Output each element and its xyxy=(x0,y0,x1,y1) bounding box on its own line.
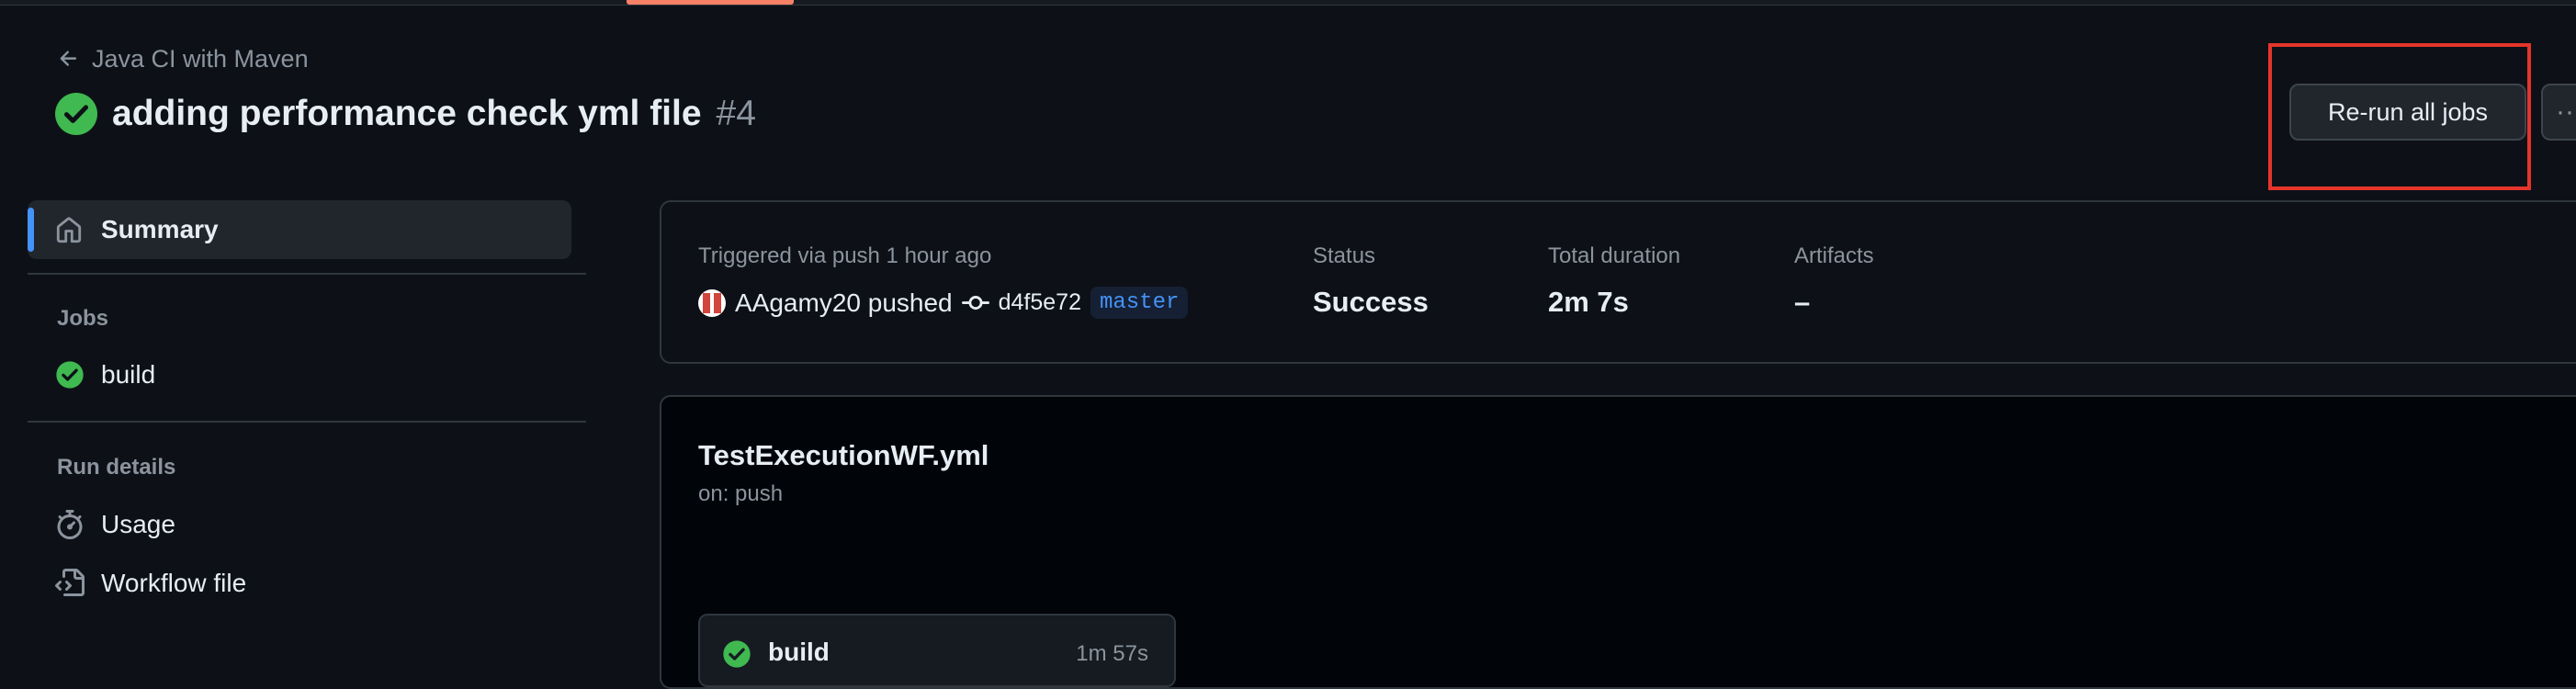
status-value: Success xyxy=(1313,286,1429,318)
branch-badge[interactable]: master xyxy=(1090,287,1189,319)
arrow-left-icon xyxy=(60,51,77,66)
sidebar-item-label: Summary xyxy=(101,215,219,243)
status-label: Status xyxy=(1313,243,1376,268)
rerun-all-jobs-button[interactable]: Re-run all jobs xyxy=(2289,84,2526,141)
sidebar-item-label: Workflow file xyxy=(101,569,247,597)
sidebar-item-label: Usage xyxy=(101,510,175,538)
run-title: adding performance check yml file xyxy=(112,94,702,133)
divider xyxy=(28,273,586,275)
job-node-build[interactable]: build 1m 57s xyxy=(698,614,1176,687)
artifacts-value: – xyxy=(1794,286,1811,318)
trigger-text: Triggered via push 1 hour ago xyxy=(698,243,992,268)
workflow-file-name: TestExecutionWF.yml xyxy=(698,439,989,471)
duration-label: Total duration xyxy=(1548,243,1681,268)
git-commit-icon xyxy=(961,295,989,310)
active-indicator xyxy=(28,208,34,252)
more-options-button[interactable]: ·· xyxy=(2541,84,2576,141)
avatar[interactable] xyxy=(698,288,726,317)
commit-info: AAgamy20 pushed d4f5e72 master xyxy=(698,287,1189,319)
home-icon xyxy=(56,217,82,243)
file-code-icon xyxy=(55,569,85,596)
run-details-heading: Run details xyxy=(57,455,176,480)
sidebar-item-workflow-file[interactable]: Workflow file xyxy=(55,569,246,598)
sidebar-item-summary[interactable]: Summary xyxy=(28,200,571,259)
back-link-label: Java CI with Maven xyxy=(92,44,309,73)
actor-text[interactable]: AAgamy20 pushed xyxy=(735,288,953,318)
sidebar-item-build[interactable]: build xyxy=(55,360,155,390)
run-summary-card xyxy=(660,200,2576,364)
jobs-heading: Jobs xyxy=(57,306,109,331)
sidebar-item-label: build xyxy=(101,360,156,389)
top-nav-border xyxy=(0,0,2576,6)
artifacts-label: Artifacts xyxy=(1794,243,1874,268)
active-tab-underline xyxy=(627,0,794,5)
divider xyxy=(28,421,586,423)
check-circle-icon xyxy=(56,361,84,389)
workflow-trigger: on: push xyxy=(698,481,784,506)
stopwatch-icon xyxy=(57,510,83,539)
job-name: build xyxy=(768,638,830,666)
back-to-workflow-link[interactable]: Java CI with Maven xyxy=(57,40,309,77)
run-number: #4 xyxy=(716,94,756,133)
commit-sha-link[interactable]: d4f5e72 xyxy=(999,289,1081,316)
check-circle-icon xyxy=(55,93,97,135)
sidebar-item-usage[interactable]: Usage xyxy=(55,510,175,539)
job-duration: 1m 57s xyxy=(1076,641,1148,666)
check-circle-icon xyxy=(723,640,751,668)
duration-value: 2m 7s xyxy=(1548,286,1629,318)
page-title: adding performance check yml file #4 xyxy=(55,90,756,138)
